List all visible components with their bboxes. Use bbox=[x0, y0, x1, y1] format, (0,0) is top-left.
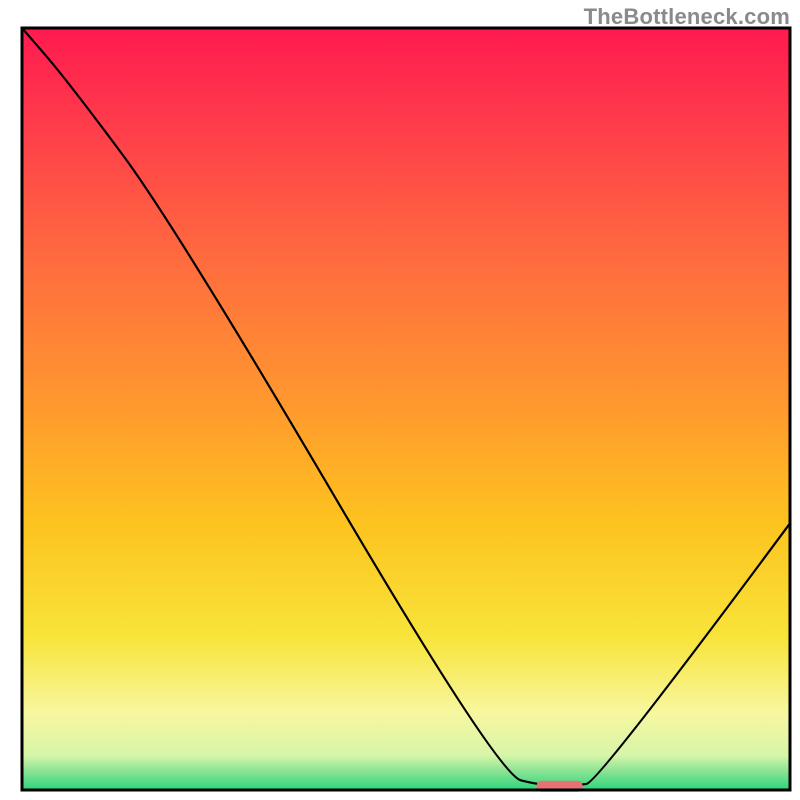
bottleneck-chart bbox=[0, 0, 800, 800]
watermark-text: TheBottleneck.com bbox=[584, 4, 790, 30]
chart-container: TheBottleneck.com bbox=[0, 0, 800, 800]
